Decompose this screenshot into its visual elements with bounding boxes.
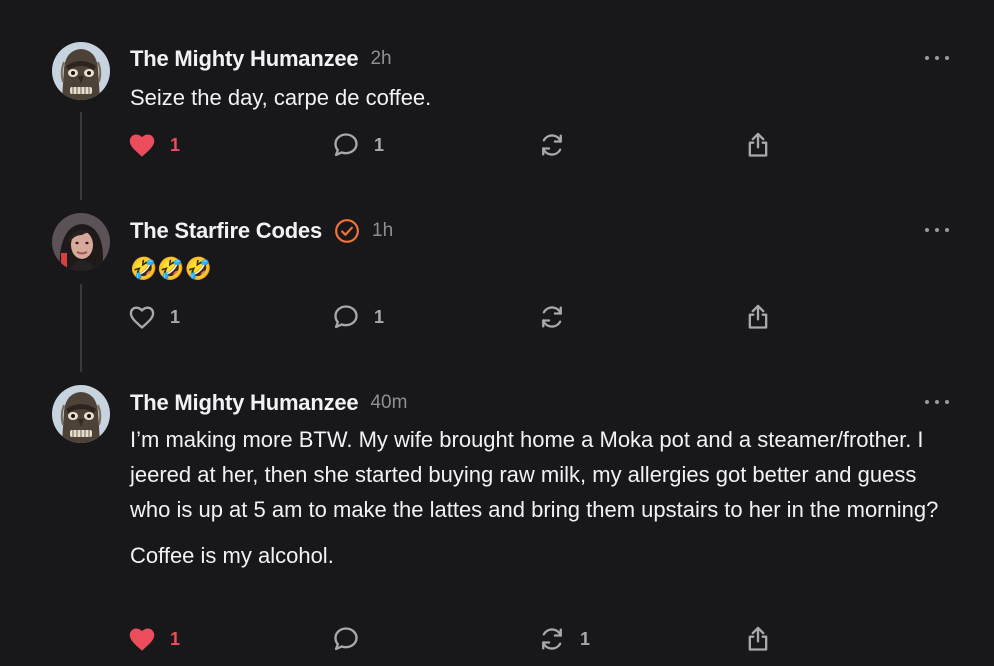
share-button[interactable] — [744, 302, 772, 332]
post-actions: 1 1 — [128, 130, 778, 160]
repost-button[interactable] — [538, 130, 580, 160]
tiki-mask-avatar-icon — [52, 42, 110, 100]
heart-filled-icon — [129, 628, 155, 651]
speech-bubble-icon — [334, 627, 358, 651]
dot-icon — [945, 400, 949, 404]
like-button[interactable]: 1 — [128, 624, 180, 654]
share-button[interactable] — [744, 130, 772, 160]
post[interactable]: The Starfire Codes 1h 🤣🤣🤣 1 1 — [0, 200, 994, 372]
share-icon — [748, 132, 768, 157]
post-paragraph: Coffee is my alcohol. — [130, 543, 334, 568]
reply-count: 1 — [374, 306, 385, 327]
speech-bubble-icon — [334, 305, 358, 329]
post-text: Seize the day, carpe de coffee. — [130, 80, 950, 115]
like-count: 1 — [170, 628, 181, 649]
post-paragraph: I’m making more BTW. My wife brought hom… — [130, 427, 939, 522]
dot-icon — [935, 56, 939, 60]
author-name[interactable]: The Starfire Codes — [130, 218, 322, 244]
tiki-mask-avatar-icon — [52, 385, 110, 443]
dot-icon — [935, 228, 939, 232]
speech-bubble-icon — [334, 133, 358, 157]
thread-line — [80, 112, 82, 200]
dot-icon — [925, 400, 929, 404]
share-icon — [748, 626, 768, 651]
dot-icon — [945, 228, 949, 232]
timestamp[interactable]: 40m — [370, 392, 407, 414]
repost-icon — [542, 628, 562, 650]
author-name[interactable]: The Mighty Humanzee — [130, 46, 359, 72]
post-header: The Mighty Humanzee 2h — [130, 44, 392, 74]
avatar[interactable] — [52, 385, 110, 443]
reply-button[interactable]: 1 — [332, 302, 384, 332]
author-name[interactable]: The Mighty Humanzee — [130, 390, 359, 416]
timestamp[interactable]: 1h — [372, 220, 393, 242]
post-header: The Mighty Humanzee 40m — [130, 388, 407, 418]
post[interactable]: The Mighty Humanzee 2h Seize the day, ca… — [0, 0, 994, 200]
post-paragraph: Seize the day, carpe de coffee. — [130, 85, 432, 110]
more-options-button[interactable] — [925, 51, 949, 65]
reply-button[interactable]: 1 — [332, 130, 384, 160]
more-options-button[interactable] — [925, 395, 949, 409]
like-button[interactable]: 1 — [128, 130, 180, 160]
post-text: 🤣🤣🤣 — [130, 251, 950, 286]
thread-line — [80, 284, 82, 372]
reply-count: 1 — [374, 134, 385, 155]
like-button[interactable]: 1 — [128, 302, 180, 332]
heart-filled-icon — [129, 134, 155, 157]
dot-icon — [925, 56, 929, 60]
post-header: The Starfire Codes 1h — [130, 216, 393, 246]
repost-icon — [542, 134, 562, 156]
woman-portrait-avatar-icon — [52, 213, 110, 271]
reply-button[interactable] — [332, 624, 374, 654]
repost-count: 1 — [580, 628, 591, 649]
verified-badge-icon — [334, 218, 360, 244]
share-button[interactable] — [744, 624, 772, 654]
thread-feed: The Mighty Humanzee 2h Seize the day, ca… — [0, 0, 994, 666]
post-actions: 1 1 — [128, 302, 778, 332]
avatar[interactable] — [52, 42, 110, 100]
avatar[interactable] — [52, 213, 110, 271]
like-count: 1 — [170, 134, 181, 155]
dot-icon — [945, 56, 949, 60]
repost-button[interactable]: 1 — [538, 624, 590, 654]
timestamp[interactable]: 2h — [370, 48, 391, 70]
repost-icon — [542, 306, 562, 328]
repost-button[interactable] — [538, 302, 580, 332]
dot-icon — [935, 400, 939, 404]
post-actions: 1 1 — [128, 624, 778, 654]
post-text: I’m making more BTW. My wife brought hom… — [130, 422, 950, 573]
post-paragraph: 🤣🤣🤣 — [130, 256, 213, 281]
post[interactable]: The Mighty Humanzee 40m I’m making more … — [0, 372, 994, 666]
dot-icon — [925, 228, 929, 232]
heart-outline-icon — [129, 306, 155, 329]
share-icon — [748, 304, 768, 329]
like-count: 1 — [170, 306, 181, 327]
more-options-button[interactable] — [925, 223, 949, 237]
